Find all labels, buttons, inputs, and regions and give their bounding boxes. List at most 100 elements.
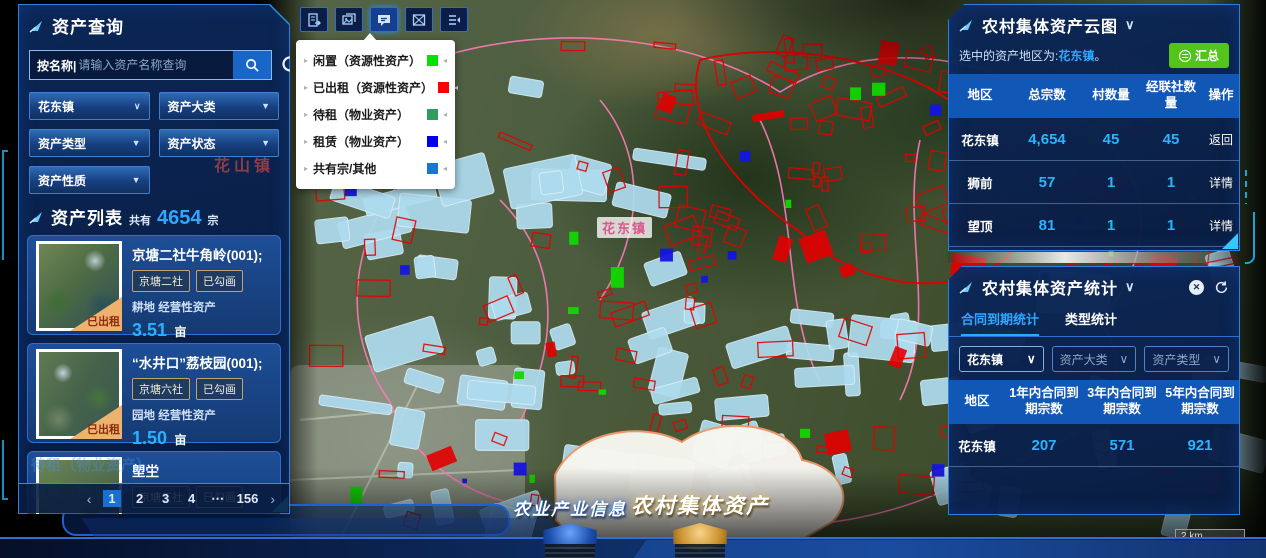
stats-town-select[interactable]: 花东镇 ∨ (959, 346, 1044, 372)
chevron-left-icon: ◂ (443, 110, 447, 119)
col-header: 村数量 (1083, 74, 1139, 118)
chevron-down-icon[interactable]: ∨ (1125, 279, 1135, 295)
region-name: 鸿鹤 (949, 247, 1011, 251)
map-label-neighbor-town: 花山镇 (214, 152, 274, 176)
legend-item-for-rent[interactable]: ▸ 待租（物业资产） ◂ (302, 101, 449, 128)
filter-asset-type-select[interactable]: 资产类型 ▼ (29, 129, 150, 157)
search-input[interactable] (78, 58, 233, 72)
doc-export-button[interactable] (300, 7, 328, 32)
asset-tag: 已勾画 (196, 378, 243, 400)
col-header: 操作 (1203, 74, 1239, 118)
nav-item-collective-assets[interactable]: 农村集体资产 (620, 490, 780, 558)
stats-asset-type-select[interactable]: 资产类型 ∨ (1144, 346, 1229, 372)
expiry-3yr-count: 571 (1083, 424, 1161, 467)
page-number[interactable]: 3 (159, 491, 173, 506)
list-collapse-icon (446, 12, 462, 28)
asset-category: 园地 经营性资产 (132, 407, 272, 423)
stats-town-value: 花东镇 (967, 351, 1003, 368)
col-header: 地区 (949, 380, 1005, 424)
refresh-icon[interactable] (1214, 280, 1229, 295)
legend-item-leased[interactable]: ▸ 租赁（物业资产） ◂ (302, 128, 449, 155)
map-label-town: 花东镇 (597, 217, 652, 238)
col-header: 5年内合同到期宗数 (1161, 380, 1239, 424)
dropdown-arrow-icon: ▼ (261, 101, 270, 111)
chevron-right-icon: ▸ (304, 83, 308, 92)
col-header: 经联社数量 (1139, 74, 1203, 118)
legend-label: 已出租（资源性资产） (313, 79, 433, 96)
chevron-right-icon: ▸ (304, 110, 308, 119)
asset-tag: 京塘二社 (132, 270, 190, 292)
legend-color-chip (427, 55, 438, 66)
coop-count: 1 (1139, 161, 1203, 204)
page-number[interactable]: 2 (133, 491, 147, 506)
asset-name: 塱坣 (132, 460, 272, 480)
close-icon[interactable]: ✕ (1189, 280, 1204, 295)
ghost-legend-label: 待租（物业资产） (31, 454, 151, 475)
page-number[interactable]: 4 (185, 491, 199, 506)
box-select-button[interactable] (405, 7, 433, 32)
coop-count: 1 (1139, 247, 1203, 251)
asset-thumbnail: 已出租 (36, 349, 122, 439)
next-page-icon[interactable]: › (270, 491, 275, 507)
search-icon (245, 58, 260, 73)
asset-card[interactable]: 已出租 “水井口”荔枝园(001); 京塘六社 已勾画 园地 经营性资产 1.5… (27, 343, 281, 443)
asset-count: 4654 (157, 208, 202, 228)
chevron-down-icon[interactable]: ∨ (1125, 17, 1135, 33)
doc-export-icon (306, 12, 322, 28)
region-name: 望顶 (949, 204, 1011, 247)
village-count: 1 (1083, 161, 1139, 204)
page-ellipsis[interactable]: ⋯ (211, 491, 225, 507)
summarize-button[interactable]: 汇总 (1169, 43, 1229, 68)
filter-asset-status-value: 资产状态 (168, 135, 216, 152)
summarize-button-label: 汇总 (1195, 47, 1219, 64)
image-layers-button[interactable] (335, 7, 363, 32)
nav-item-agriculture-info[interactable]: 农业产业信息 (500, 495, 640, 558)
dropdown-arrow-icon: ▼ (132, 175, 141, 185)
legend-item-rented-out[interactable]: ▸ 已出租（资源性资产） ◂ (302, 74, 449, 101)
asset-count-suffix: 宗 (208, 212, 219, 228)
filter-town-select[interactable]: 花东镇 ∨ (29, 92, 150, 120)
panel-divider-decor (948, 252, 1240, 263)
filter-asset-nature-select[interactable]: 资产性质 ▼ (29, 166, 150, 194)
list-collapse-button[interactable] (440, 7, 468, 32)
detail-action-link[interactable]: 详情 (1203, 161, 1239, 204)
contract-expiry-table: 地区 1年内合同到期宗数 3年内合同到期宗数 5年内合同到期宗数 花东镇 207… (949, 380, 1239, 467)
dashboard: 花东镇 花山镇 2 km 资产查询 按名称| (0, 0, 1266, 558)
quill-icon (959, 280, 975, 294)
legend-label: 闲置（资源性资产） (313, 52, 422, 69)
prev-page-icon[interactable]: ‹ (87, 491, 92, 507)
asset-cloud-panel: 农村集体资产云图 ∨ 选中的资产地区为:花东镇。 汇总 地区 总宗数 村数量 经… (948, 4, 1240, 251)
asset-card[interactable]: 已出租 京塘二社牛角岭(001); 京塘二社 已勾画 耕地 经营性资产 3.51… (27, 235, 281, 335)
filter-town-value: 花东镇 (38, 98, 74, 115)
legend-item-shared-other[interactable]: ▸ 共有宗/其他 ◂ (302, 155, 449, 182)
selected-region-text: 选中的资产地区为:花东镇。 (959, 47, 1106, 64)
total-count: 57 (1011, 161, 1083, 204)
chevron-right-icon: ▸ (304, 137, 308, 146)
hex-pedestal-base (545, 544, 595, 558)
tab-type-stats[interactable]: 类型统计 (1065, 305, 1117, 336)
region-asset-table: 地区 总宗数 村数量 经联社数量 操作 花东镇 4,654 45 45 返回 狮… (949, 74, 1239, 251)
legend-item-idle[interactable]: ▸ 闲置（资源性资产） ◂ (302, 47, 449, 74)
page-number[interactable]: 1 (103, 490, 120, 507)
tab-contract-expiry[interactable]: 合同到期统计 (961, 305, 1039, 336)
legend-toggle-button[interactable] (370, 7, 398, 32)
filter-asset-class-select[interactable]: 资产大类 ▼ (159, 92, 280, 120)
edge-decor (2, 440, 8, 500)
coop-count: 45 (1139, 118, 1203, 161)
quill-icon (959, 18, 975, 32)
edge-decor (2, 150, 8, 260)
asset-area-unit: 亩 (175, 433, 187, 447)
panel-title: 农村集体资产统计 (982, 275, 1118, 299)
map-toolbar (300, 7, 468, 32)
col-header: 1年内合同到期宗数 (1005, 380, 1083, 424)
selected-region-prefix: 选中的资产地区为: (959, 49, 1058, 63)
status-badge-label: 已出租 (87, 421, 120, 437)
chevron-right-icon: ▸ (304, 56, 308, 65)
search-button[interactable] (233, 51, 271, 79)
chevron-down-icon: ∨ (1212, 352, 1221, 366)
page-number[interactable]: 156 (237, 491, 259, 506)
stats-asset-class-select[interactable]: 资产大类 ∨ (1052, 346, 1137, 372)
hex-pedestal-base (675, 544, 725, 558)
asset-count-prefix: 共有 (129, 212, 151, 228)
back-action-link[interactable]: 返回 (1203, 118, 1239, 161)
